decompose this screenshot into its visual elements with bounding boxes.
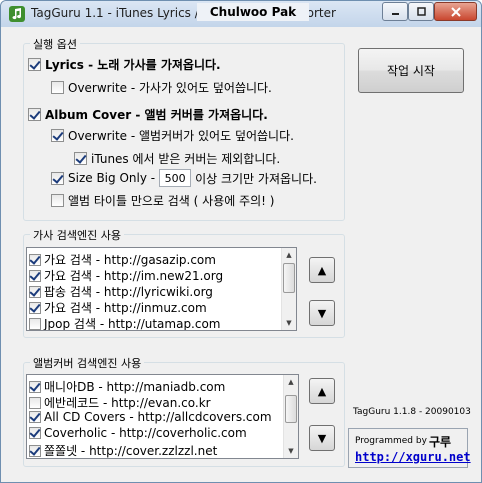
maximize-button[interactable] bbox=[408, 2, 434, 21]
lyrics-engine-item-label: 가요 검색 - http://inmuz.com bbox=[44, 301, 207, 315]
arrow-down-icon: ▼ bbox=[317, 306, 327, 320]
lyrics-engine-item-checkbox[interactable] bbox=[29, 253, 41, 266]
itunes-exclude-checkbox[interactable] bbox=[74, 152, 87, 165]
cover-engine-list-item[interactable]: 쫄쫄넷 - http://cover.zzlzzl.net bbox=[29, 442, 218, 458]
cover-overwrite-option[interactable]: Overwrite - 앨범커버가 있어도 덮어씁니다. bbox=[51, 127, 294, 144]
start-job-button[interactable]: 작업 시작 bbox=[358, 48, 464, 93]
cover-overwrite-checkbox[interactable] bbox=[51, 129, 64, 142]
size-big-only-option[interactable]: Size Big Only - 이상 크기만 가져옵니다. bbox=[51, 169, 317, 187]
lyrics-engine-item-checkbox[interactable] bbox=[29, 301, 41, 314]
lyrics-option[interactable]: Lyrics - 노래 가사를 가져옵니다. bbox=[28, 56, 221, 73]
lyrics-engines-title: 가사 검색엔진 사용 bbox=[30, 227, 124, 243]
size-big-only-checkbox[interactable] bbox=[51, 171, 64, 185]
lyrics-engine-item-label: 가요 검색 - http://gasazip.com bbox=[44, 253, 216, 267]
lyrics-checkbox[interactable] bbox=[28, 58, 41, 71]
lyrics-engine-item-label: Jpop 검색 - http://utamap.com bbox=[44, 317, 221, 331]
cover-engine-item-checkbox[interactable] bbox=[29, 427, 41, 439]
cover-option[interactable]: Album Cover - 앨범 커버를 가져옵니다. bbox=[28, 106, 268, 123]
cover-engine-item-label: 쫄쫄넷 - http://cover.zzlzzl.net bbox=[44, 444, 218, 458]
lyrics-move-up-button[interactable]: ▲ bbox=[309, 257, 335, 283]
album-title-only-checkbox[interactable] bbox=[51, 194, 64, 207]
maximize-icon bbox=[416, 7, 426, 16]
lyrics-label: Lyrics - 노래 가사를 가져옵니다. bbox=[45, 58, 221, 72]
cover-engine-item-label: Coverholic - http://coverholic.com bbox=[44, 426, 247, 440]
scroll-up-icon[interactable]: ▲ bbox=[286, 377, 296, 387]
cover-engines-title: 앨범커버 검색엔진 사용 bbox=[30, 355, 145, 371]
size-suffix-label: 이상 크기만 가져옵니다. bbox=[195, 171, 317, 186]
lyrics-overwrite-label: Overwrite - 가사가 있어도 덮어씁니다. bbox=[68, 81, 272, 95]
album-title-only-label: 앨범 타이틀 만으로 검색 ( 사용에 주의! ) bbox=[68, 194, 275, 208]
size-input[interactable] bbox=[159, 169, 192, 187]
cover-engine-list-item[interactable]: 매니아DB - http://maniadb.com bbox=[29, 378, 225, 395]
cover-engines-list[interactable]: 매니아DB - http://maniadb.com 에반레코드 - http:/… bbox=[26, 374, 299, 459]
lyrics-engine-item-checkbox[interactable] bbox=[29, 269, 41, 282]
arrow-down-icon: ▼ bbox=[317, 431, 327, 445]
credit-box: Programmed by 구루 http://xguru.net bbox=[348, 428, 471, 468]
title-overlay-label: Chulwoo Pak bbox=[197, 3, 309, 21]
lyrics-engine-list-item[interactable]: Jpop 검색 - http://utamap.com bbox=[29, 315, 221, 331]
lyrics-overwrite-checkbox[interactable] bbox=[51, 81, 64, 94]
cover-engine-item-label: 에반레코드 - http://evan.co.kr bbox=[44, 396, 211, 410]
lyrics-engines-list[interactable]: 가요 검색 - http://gasazip.com 가요 검색 - http:/… bbox=[26, 247, 297, 331]
cover-list-scrollbar[interactable]: ▲ ▼ bbox=[283, 375, 298, 458]
lyrics-move-down-button[interactable]: ▼ bbox=[309, 300, 335, 326]
cover-label: Album Cover - 앨범 커버를 가져옵니다. bbox=[45, 108, 268, 122]
lyrics-engine-list-item[interactable]: 가요 검색 - http://gasazip.com bbox=[29, 251, 216, 268]
scroll-up-icon[interactable]: ▲ bbox=[284, 250, 294, 260]
cover-engine-list-item[interactable]: Coverholic - http://coverholic.com bbox=[29, 426, 247, 440]
lyrics-engine-item-checkbox[interactable] bbox=[29, 285, 41, 298]
cover-move-up-button[interactable]: ▲ bbox=[309, 378, 335, 404]
cover-engine-list-item[interactable]: All CD Covers - http://allcdcovers.com bbox=[29, 410, 272, 424]
lyrics-engine-item-label: 팝송 검색 - http://lyricwiki.org bbox=[44, 285, 213, 299]
scroll-down-icon[interactable]: ▼ bbox=[286, 446, 296, 456]
author-name: 구루 bbox=[429, 435, 452, 449]
cover-overwrite-label: Overwrite - 앨범커버가 있어도 덮어씁니다. bbox=[68, 129, 294, 143]
programmed-by-label: Programmed by bbox=[355, 436, 427, 446]
album-title-only-option[interactable]: 앨범 타이틀 만으로 검색 ( 사용에 주의! ) bbox=[51, 192, 274, 209]
cover-move-down-button[interactable]: ▼ bbox=[309, 425, 335, 451]
scroll-thumb[interactable] bbox=[283, 263, 295, 293]
lyrics-engine-list-item[interactable]: 팝송 검색 - http://lyricwiki.org bbox=[29, 283, 213, 300]
lyrics-engine-list-item[interactable]: 가요 검색 - http://im.new21.org bbox=[29, 267, 223, 284]
scroll-down-icon[interactable]: ▼ bbox=[284, 318, 294, 328]
cover-engine-item-checkbox[interactable] bbox=[29, 396, 41, 409]
cover-engine-item-checkbox[interactable] bbox=[29, 411, 41, 423]
close-icon bbox=[450, 6, 461, 17]
cover-engine-item-label: All CD Covers - http://allcdcovers.com bbox=[44, 410, 272, 424]
size-big-only-label: Size Big Only - bbox=[68, 171, 156, 185]
lyrics-engine-list-item[interactable]: 가요 검색 - http://inmuz.com bbox=[29, 299, 207, 316]
main-window: TagGuru 1.1 - iTunes Lyrics / Album Cove… bbox=[0, 0, 482, 483]
minimize-button[interactable] bbox=[382, 2, 408, 21]
cover-checkbox[interactable] bbox=[28, 108, 41, 121]
close-button[interactable] bbox=[434, 2, 477, 21]
minimize-icon bbox=[391, 13, 399, 15]
scroll-thumb[interactable] bbox=[285, 395, 297, 423]
lyrics-list-scrollbar[interactable]: ▲ ▼ bbox=[281, 248, 296, 330]
arrow-up-icon: ▲ bbox=[317, 384, 327, 398]
lyrics-overwrite-option[interactable]: Overwrite - 가사가 있어도 덮어씁니다. bbox=[51, 79, 272, 96]
lyrics-engine-item-label: 가요 검색 - http://im.new21.org bbox=[44, 269, 224, 283]
itunes-exclude-label: iTunes 에서 받은 커버는 제외합니다. bbox=[91, 152, 281, 166]
homepage-link[interactable]: http://xguru.net bbox=[355, 450, 471, 464]
cover-engine-item-label: 매니아DB - http://maniadb.com bbox=[44, 380, 226, 394]
cover-engine-list-item[interactable]: 에반레코드 - http://evan.co.kr bbox=[29, 394, 211, 411]
version-label: TagGuru 1.1.8 - 20090103 bbox=[353, 407, 471, 417]
arrow-up-icon: ▲ bbox=[317, 263, 327, 277]
cover-engine-item-checkbox[interactable] bbox=[29, 380, 41, 393]
title-bar[interactable]: TagGuru 1.1 - iTunes Lyrics / Album Cove… bbox=[1, 1, 481, 27]
run-options-title: 실행 옵션 bbox=[30, 36, 80, 52]
music-note-icon bbox=[9, 6, 25, 22]
lyrics-engine-item-checkbox[interactable] bbox=[29, 317, 41, 330]
itunes-exclude-option[interactable]: iTunes 에서 받은 커버는 제외합니다. bbox=[74, 150, 280, 167]
cover-engine-item-checkbox[interactable] bbox=[29, 444, 41, 457]
